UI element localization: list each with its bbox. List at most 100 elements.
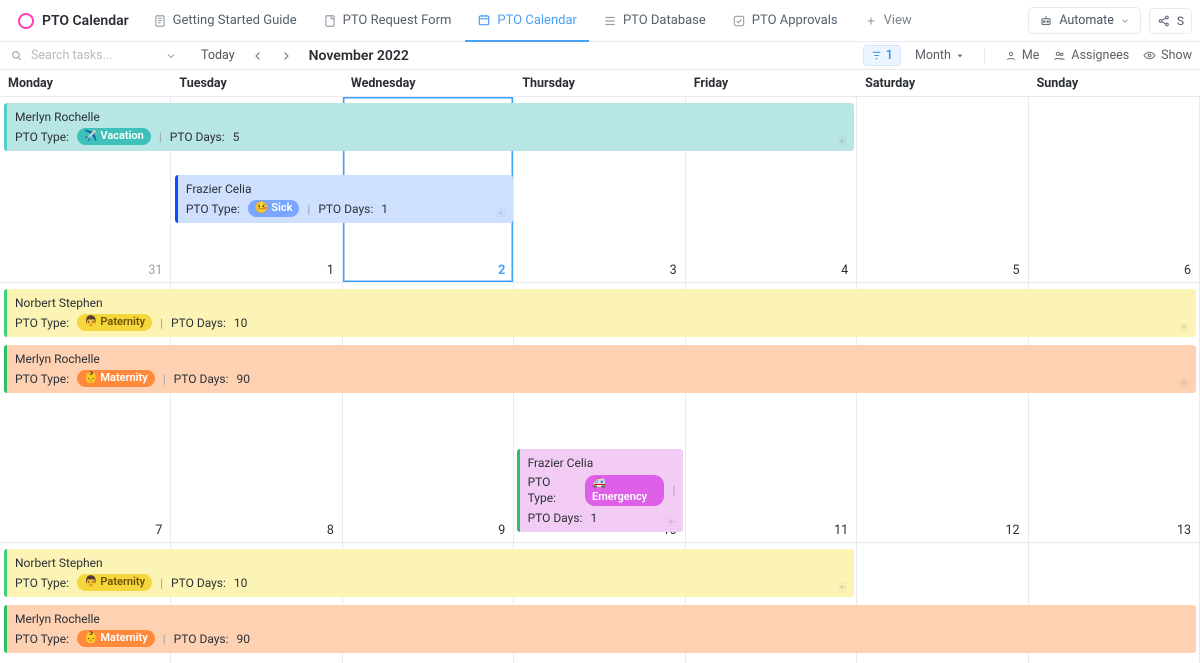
chevron-down-icon [1120, 16, 1130, 26]
add-view-label: View [884, 13, 912, 28]
search-dropdown[interactable] [165, 50, 177, 62]
eye-icon [1143, 49, 1156, 62]
settings-icon[interactable] [1178, 321, 1190, 333]
pto-type-chip: 🤒 Sick [248, 200, 300, 217]
day-header: Tuesday [171, 70, 342, 96]
day-header: Friday [686, 70, 857, 96]
pto-type-label: PTO Type: [15, 631, 69, 647]
day-number: 5 [1013, 263, 1020, 278]
add-view[interactable]: View [852, 0, 924, 42]
month-title: November 2022 [309, 48, 409, 64]
doc-icon [153, 14, 167, 28]
tab-getting-started[interactable]: Getting Started Guide [141, 0, 309, 42]
pto-type-chip: ✈️ Vacation [77, 128, 151, 145]
me-label: Me [1022, 48, 1040, 63]
calendar-day-header: Monday Tuesday Wednesday Thursday Friday… [0, 70, 1200, 97]
pto-type-chip: 👨 Paternity [77, 314, 152, 331]
pto-days-value: 1 [590, 510, 597, 526]
calendar-event[interactable]: Merlyn Rochelle PTO Type: 👶 Maternity | … [4, 345, 1196, 393]
search-input[interactable] [29, 47, 139, 64]
pto-type-label: PTO Type: [186, 201, 240, 217]
pto-type-label: PTO Type: [15, 129, 69, 145]
day-number: 1 [327, 263, 334, 278]
filter-icon [871, 50, 882, 61]
day-number: 3 [670, 263, 677, 278]
calendar-day[interactable]: 5 [857, 97, 1028, 282]
day-number: 8 [327, 523, 334, 538]
robot-icon [1039, 14, 1053, 28]
me-filter[interactable]: Me [1005, 48, 1040, 63]
people-icon [1053, 49, 1066, 62]
calendar-icon [477, 13, 491, 27]
pto-days-value: 10 [234, 575, 248, 591]
caret-down-icon [956, 52, 964, 60]
tab-request-form[interactable]: PTO Request Form [311, 0, 464, 42]
share-button[interactable]: S [1149, 8, 1192, 34]
next-month[interactable] [277, 47, 295, 65]
event-person-name: Merlyn Rochelle [15, 351, 1188, 367]
calendar-week: Norbert Stephen PTO Type: 👨 Paternity | … [0, 543, 1200, 663]
pto-type-label: PTO Type: [15, 575, 69, 591]
day-header: Saturday [857, 70, 1028, 96]
top-right-actions: Automate S [1028, 7, 1192, 34]
calendar-body: 31 1 2 3 4 5 6 Merlyn Rochelle PTO Type:… [0, 97, 1200, 663]
calendar-event[interactable]: Frazier Celia PTO Type: 🚑 Emergency |PTO… [517, 449, 684, 532]
pto-days-value: 90 [237, 631, 251, 647]
prev-month[interactable] [249, 47, 267, 65]
search[interactable] [4, 47, 145, 64]
assignees-filter[interactable]: Assignees [1053, 48, 1129, 63]
day-number: 7 [155, 523, 162, 538]
pto-days-label: PTO Days: [174, 371, 229, 387]
event-person-name: Frazier Celia [186, 181, 505, 197]
tab-pto-approvals[interactable]: PTO Approvals [720, 0, 850, 42]
tab-pto-calendar[interactable]: PTO Calendar [465, 0, 589, 42]
calendar-day[interactable]: 6 [1029, 97, 1200, 282]
event-person-name: Frazier Celia [528, 455, 676, 471]
workspace-title[interactable]: PTO Calendar [8, 9, 139, 33]
show-menu[interactable]: Show [1143, 48, 1192, 63]
event-person-name: Merlyn Rochelle [15, 109, 846, 125]
day-number: 13 [1177, 523, 1191, 538]
automate-button[interactable]: Automate [1028, 7, 1141, 34]
pto-type-chip: 👶 Maternity [77, 630, 155, 647]
day-number: 9 [498, 523, 505, 538]
calendar-event[interactable]: Merlyn Rochelle PTO Type: ✈️ Vacation | … [4, 103, 854, 151]
settings-icon[interactable] [836, 581, 848, 593]
separator [984, 48, 985, 64]
event-person-name: Norbert Stephen [15, 295, 1188, 311]
settings-icon[interactable] [1178, 377, 1190, 389]
view-mode-label: Month [915, 48, 951, 63]
tab-label: PTO Request Form [343, 13, 452, 28]
calendar-event[interactable]: Frazier Celia PTO Type: 🤒 Sick | PTO Day… [175, 175, 513, 223]
pto-type-chip: 🚑 Emergency [585, 475, 664, 507]
calendar-event[interactable]: Norbert Stephen PTO Type: 👨 Paternity | … [4, 549, 854, 597]
search-icon [10, 49, 23, 62]
list-icon [603, 14, 617, 28]
pto-days-label: PTO Days: [174, 631, 229, 647]
day-header: Sunday [1029, 70, 1200, 96]
calendar-week: 31 1 2 3 4 5 6 Merlyn Rochelle PTO Type:… [0, 97, 1200, 283]
assignees-label: Assignees [1071, 48, 1129, 63]
view-mode[interactable]: Month [915, 48, 964, 63]
settings-icon[interactable] [665, 516, 677, 528]
pto-days-value: 1 [381, 201, 388, 217]
person-icon [1005, 50, 1017, 62]
settings-icon[interactable] [495, 207, 507, 219]
calendar-event[interactable]: Norbert Stephen PTO Type: 👨 Paternity | … [4, 289, 1196, 337]
settings-icon[interactable] [836, 135, 848, 147]
calendar-event[interactable]: Merlyn Rochelle PTO Type: 👶 Maternity | … [4, 605, 1196, 653]
today-button[interactable]: Today [197, 46, 239, 65]
share-label-stub: S [1177, 14, 1184, 28]
automate-label: Automate [1059, 13, 1114, 28]
day-header: Wednesday [343, 70, 514, 96]
logo-icon [18, 13, 34, 29]
event-person-name: Norbert Stephen [15, 555, 846, 571]
show-label: Show [1161, 48, 1192, 63]
pto-days-value: 5 [233, 129, 240, 145]
workspace-title-text: PTO Calendar [42, 13, 129, 29]
pto-days-label: PTO Days: [318, 201, 373, 217]
pto-days-label: PTO Days: [171, 575, 226, 591]
tabs-bar: PTO Calendar Getting Started Guide PTO R… [0, 0, 1200, 42]
tab-pto-database[interactable]: PTO Database [591, 0, 718, 42]
filter-badge[interactable]: 1 [863, 45, 901, 66]
